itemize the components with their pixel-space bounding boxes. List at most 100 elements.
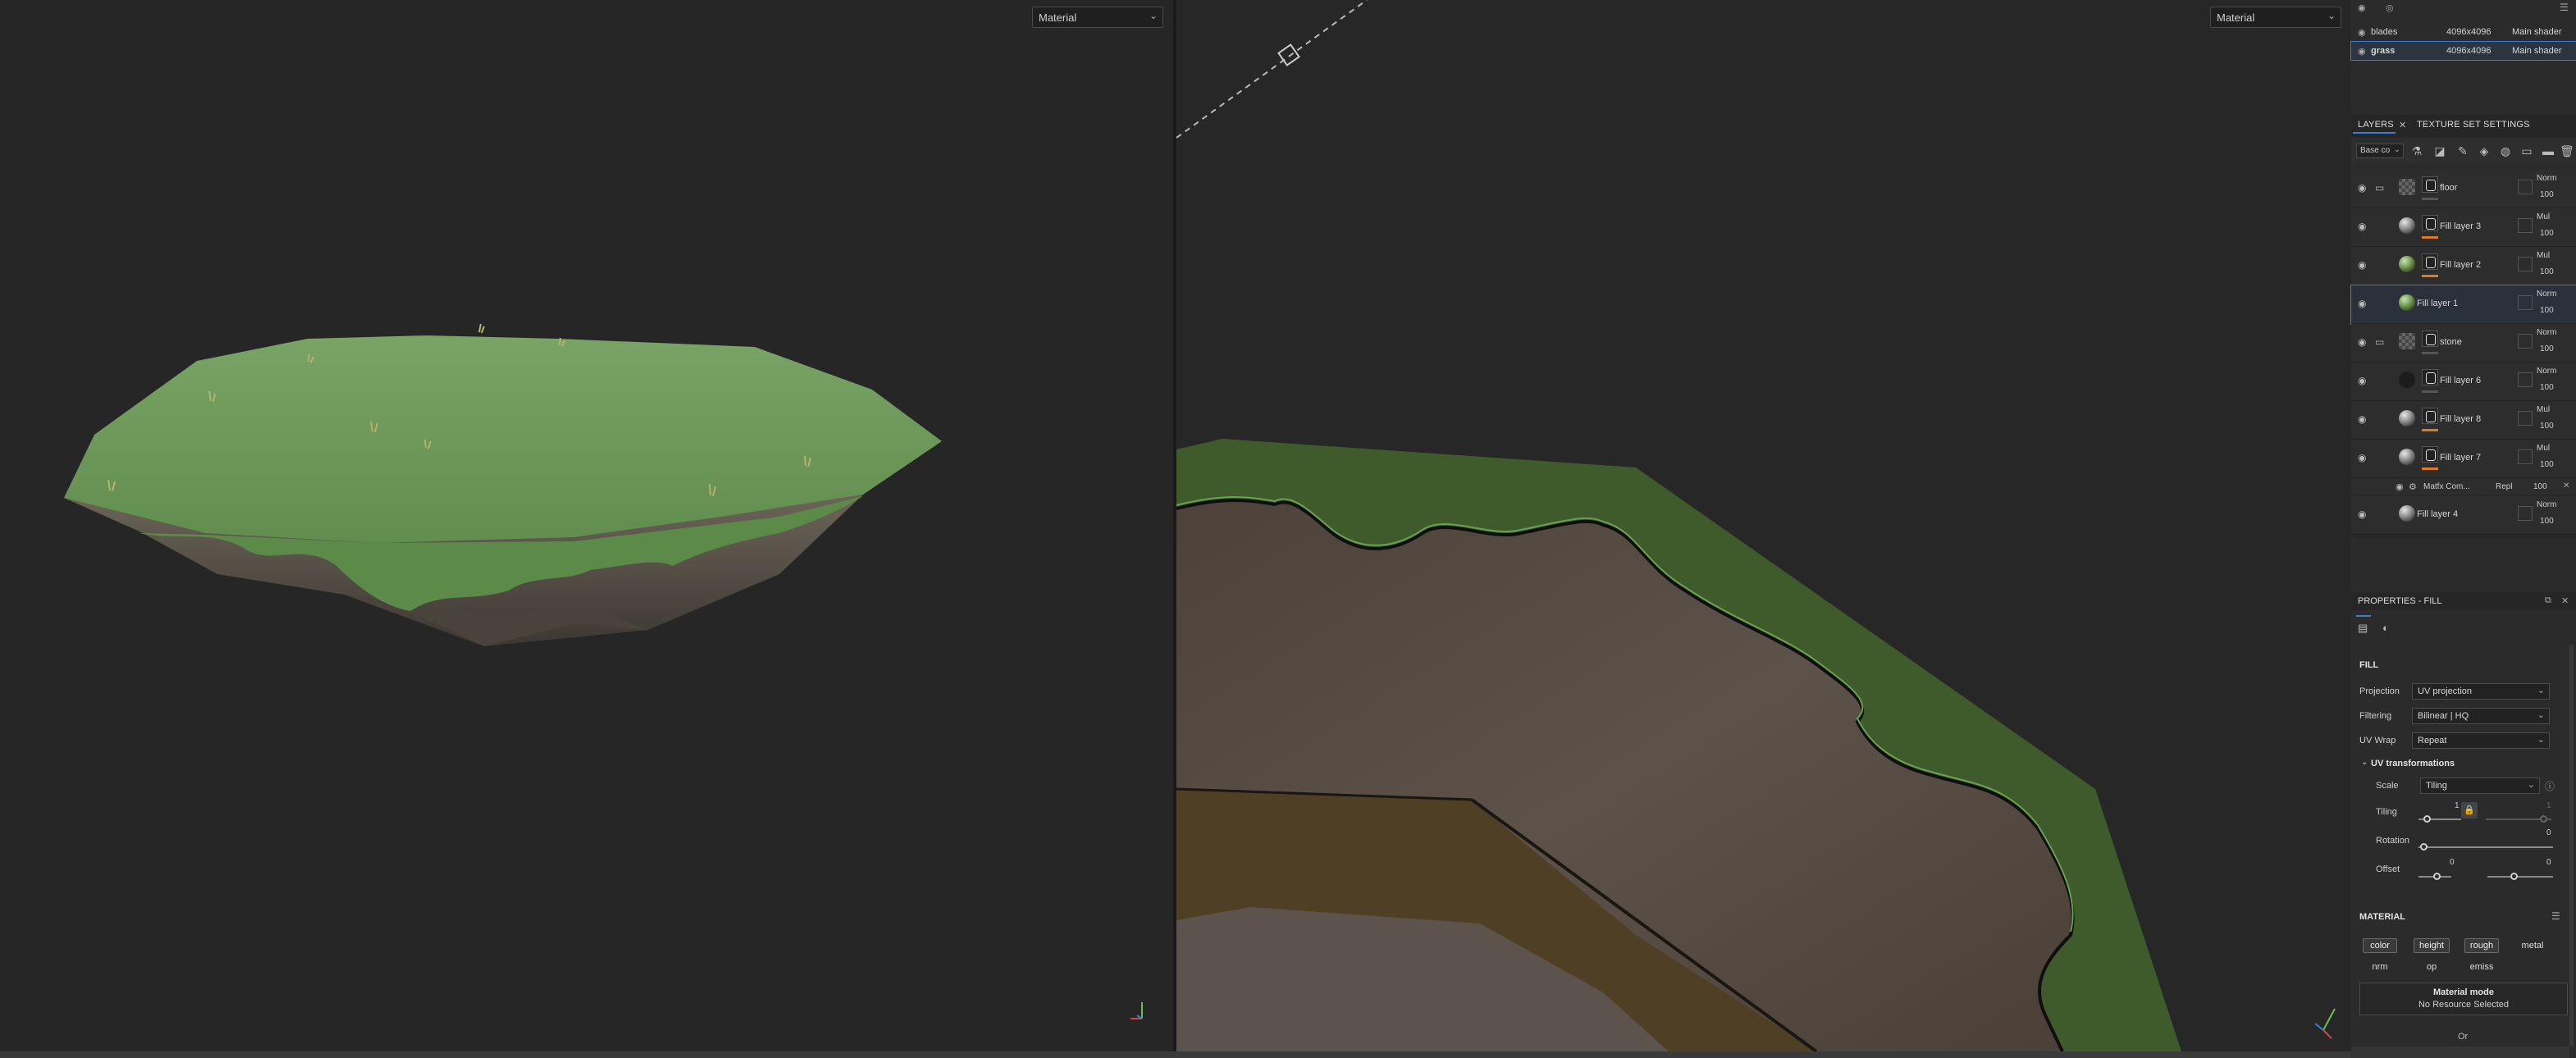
layer-opacity[interactable]: 100 xyxy=(2540,517,2554,526)
layer-opacity[interactable]: 100 xyxy=(2540,460,2554,469)
tiling-slider-2-knob[interactable] xyxy=(2540,815,2547,823)
viewport-mode-select-right[interactable]: Material ⌄ xyxy=(2210,7,2341,28)
uv-transformations-title[interactable]: UV transformations xyxy=(2371,759,2455,768)
layer-opacity[interactable]: 100 xyxy=(2540,422,2554,431)
layer-opacity[interactable]: 100 xyxy=(2540,344,2554,353)
layer-blend-mode[interactable]: Norm xyxy=(2537,367,2556,376)
layer-row-fill-layer-8[interactable]: ◉ Fill layer 8 Mul 100 xyxy=(2351,401,2576,440)
channel-chip-emiss[interactable]: emiss xyxy=(2464,960,2499,974)
layer-blend-mode[interactable]: Norm xyxy=(2537,290,2556,299)
material-menu-icon[interactable]: ☰ xyxy=(2551,910,2560,922)
eye-icon[interactable]: ◉ xyxy=(2358,413,2366,425)
scale-select[interactable]: Tiling ⌄ xyxy=(2420,778,2540,794)
viewport-mode-select-left[interactable]: Material ⌄ xyxy=(1032,7,1163,28)
layer-row-fill-layer-7[interactable]: ◉ Fill layer 7 Mul 100 xyxy=(2351,440,2576,478)
tab-layers[interactable]: LAYERS xyxy=(2358,120,2394,130)
viewport-left[interactable]: Material ⌄ xyxy=(0,0,1173,1051)
mask-thumbnail[interactable] xyxy=(2422,331,2438,347)
eye-icon[interactable]: ◉ xyxy=(2358,508,2366,520)
layer-row-fill-layer-3[interactable]: ◉ Fill layer 3 Mul 100 xyxy=(2351,208,2576,247)
folder-icon[interactable]: ▬ xyxy=(2542,144,2555,157)
mask-thumbnail[interactable] xyxy=(2422,215,2438,231)
delete-icon[interactable]: 🗑 xyxy=(2560,144,2574,157)
material-mode-box[interactable]: Material mode No Resource Selected xyxy=(2359,983,2568,1015)
offset-slider-2[interactable] xyxy=(2487,876,2553,878)
channel-chip-op[interactable]: op xyxy=(2414,960,2450,974)
menu-icon[interactable]: ☰ xyxy=(2560,2,2569,13)
smart-material-icon[interactable]: ◍ xyxy=(2499,144,2512,157)
layer-blend-mode[interactable]: Mul xyxy=(2537,405,2550,414)
eye-icon[interactable]: ◉ xyxy=(2358,336,2366,348)
add-effect-icon[interactable]: ⚗ xyxy=(2410,144,2423,157)
layer-blend-mode[interactable]: Norm xyxy=(2537,328,2556,337)
effect-opacity[interactable]: 100 xyxy=(2533,482,2547,491)
offset-value-1[interactable]: 0 xyxy=(2450,858,2455,867)
eye-icon[interactable]: ◉ xyxy=(2358,2,2366,13)
viewport-right[interactable]: Material ⌄ xyxy=(1176,0,2351,1051)
add-paint-layer-icon[interactable]: ✎ xyxy=(2456,144,2469,157)
mask-thumbnail[interactable] xyxy=(2422,446,2438,463)
layer-blend-mode[interactable]: Norm xyxy=(2537,500,2556,509)
popout-icon[interactable]: ⧉ xyxy=(2545,595,2551,606)
layer-opacity[interactable]: 100 xyxy=(2540,267,2554,276)
eye-icon[interactable]: ◉ xyxy=(2358,182,2366,194)
layer-row-fill-layer-4[interactable]: ◉ Fill layer 4 Norm 100 xyxy=(2351,496,2576,535)
layer-opacity[interactable]: 100 xyxy=(2540,306,2554,315)
rotation-slider-knob[interactable] xyxy=(2420,843,2428,851)
eye-icon[interactable]: ◉ xyxy=(2358,452,2366,463)
add-fill-layer-icon[interactable]: ◈ xyxy=(2478,144,2491,157)
effect-blend-mode[interactable]: Repl xyxy=(2496,482,2513,491)
layer-row-stone[interactable]: ◉ ▭ stone Norm 100 xyxy=(2351,324,2576,363)
tiling-value-1[interactable]: 1 xyxy=(2455,801,2460,810)
layer-blend-mode[interactable]: Mul xyxy=(2537,251,2550,260)
projection-select[interactable]: UV projection ⌄ xyxy=(2412,683,2550,700)
properties-scrollbar[interactable] xyxy=(2569,645,2574,1047)
layer-opacity[interactable]: 100 xyxy=(2540,229,2554,238)
eye-outline-icon[interactable]: ◎ xyxy=(2386,2,2394,13)
eye-icon[interactable]: ◉ xyxy=(2358,221,2366,232)
channel-chip-rough[interactable]: rough xyxy=(2464,938,2499,953)
offset-slider-2-knob[interactable] xyxy=(2510,873,2518,880)
info-icon[interactable]: ⓘ xyxy=(2545,779,2555,793)
close-icon[interactable]: ✕ xyxy=(2561,595,2569,606)
layer-blend-mode[interactable]: Mul xyxy=(2537,444,2550,453)
fill-properties-icon[interactable]: ▤ xyxy=(2358,622,2368,635)
channel-chip-height[interactable]: height xyxy=(2414,938,2450,953)
close-icon[interactable]: ✕ xyxy=(2563,481,2569,490)
rotation-slider[interactable] xyxy=(2418,846,2553,848)
texture-set-row-blades[interactable]: ◉ blades 4096x4096 Main shader xyxy=(2351,23,2576,41)
layer-opacity[interactable]: 100 xyxy=(2540,383,2554,392)
eye-icon[interactable]: ◉ xyxy=(2358,375,2366,386)
channel-chip-metal[interactable]: metal xyxy=(2515,938,2550,953)
folder-icon[interactable]: ▭ xyxy=(2375,336,2384,348)
layer-row-floor[interactable]: ◉ ▭ floor Norm 100 xyxy=(2351,170,2576,208)
eye-icon[interactable]: ◉ xyxy=(2358,298,2366,309)
mask-thumbnail[interactable] xyxy=(2422,408,2438,424)
channel-chip-color[interactable]: color xyxy=(2363,938,2397,953)
uvwrap-select[interactable]: Repeat ⌄ xyxy=(2412,732,2550,749)
layer-row-fill-layer-2[interactable]: ◉ Fill layer 2 Mul 100 xyxy=(2351,247,2576,285)
effect-row-matfx[interactable]: ◉ ⚙ Matfx Com... Repl 100 ✕ xyxy=(2351,478,2576,495)
mask-thumbnail[interactable] xyxy=(2422,369,2438,385)
chevron-down-icon[interactable]: ⌄ xyxy=(2361,758,2368,767)
tiling-value-2[interactable]: 1 xyxy=(2546,801,2551,810)
mask-thumbnail[interactable] xyxy=(2422,176,2438,193)
layer-row-fill-layer-1[interactable]: ◉ Fill layer 1 Norm 100 xyxy=(2350,285,2576,325)
texture-set-row-grass[interactable]: ◉ grass 4096x4096 Main shader xyxy=(2350,41,2576,61)
layer-row-fill-layer-6[interactable]: ◉ Fill layer 6 Norm 100 xyxy=(2351,363,2576,401)
close-icon[interactable]: ✕ xyxy=(2399,120,2406,130)
tiling-slider-1-knob[interactable] xyxy=(2423,815,2431,823)
folder-icon[interactable]: ▭ xyxy=(2375,182,2384,194)
channel-select[interactable]: Base co ⌄ xyxy=(2356,144,2404,158)
tab-texture-set-settings[interactable]: TEXTURE SET SETTINGS xyxy=(2417,120,2530,130)
mask-thumbnail[interactable] xyxy=(2422,253,2438,270)
layer-blend-mode[interactable]: Mul xyxy=(2537,212,2550,221)
lock-icon[interactable]: 🔒 xyxy=(2461,802,2478,819)
add-mask-icon[interactable]: ◪ xyxy=(2433,144,2446,157)
material-sphere-icon[interactable]: ◐ xyxy=(2382,622,2389,634)
eye-icon[interactable]: ◉ xyxy=(2358,259,2366,271)
layer-blend-mode[interactable]: Norm xyxy=(2537,174,2556,183)
eye-icon[interactable]: ◉ xyxy=(2396,481,2404,492)
filtering-select[interactable]: Bilinear | HQ ⌄ xyxy=(2412,708,2550,724)
rotation-value[interactable]: 0 xyxy=(2546,828,2551,837)
